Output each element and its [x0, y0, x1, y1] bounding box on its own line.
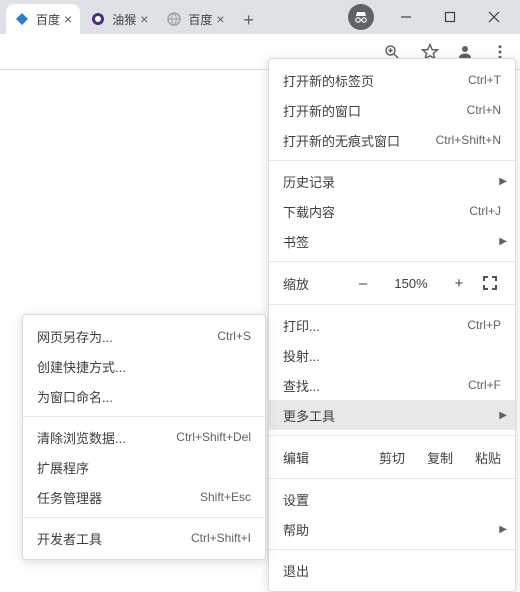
menu-new-incognito[interactable]: 打开新的无痕式窗口 Ctrl+Shift+N — [269, 125, 515, 155]
maximize-button[interactable] — [428, 2, 472, 32]
menu-label: 设置 — [283, 490, 501, 509]
tab-close-icon[interactable]: × — [140, 12, 148, 26]
submenu-create-shortcut[interactable]: 创建快捷方式... — [23, 351, 265, 381]
menu-label: 更多工具 — [283, 406, 501, 425]
favicon-icon — [14, 11, 30, 27]
menu-separator — [23, 416, 265, 417]
menu-label: 打开新的标签页 — [283, 71, 468, 90]
zoom-value: 150% — [389, 276, 433, 291]
tab-1[interactable]: 油猴 × — [82, 4, 156, 34]
menu-label: 打开新的窗口 — [283, 101, 467, 120]
submenu-arrow-icon: ▶ — [499, 236, 507, 247]
menu-zoom-row: 缩放 – 150% + — [269, 267, 515, 299]
favicon-icon — [90, 11, 106, 27]
menu-label: 书签 — [283, 232, 501, 251]
menu-separator — [23, 517, 265, 518]
favicon-icon — [166, 11, 182, 27]
fullscreen-icon[interactable] — [479, 276, 501, 290]
menu-more-tools[interactable]: 更多工具 ▶ — [269, 400, 515, 430]
tab-close-icon[interactable]: × — [216, 12, 224, 26]
menu-label: 开发者工具 — [37, 529, 191, 548]
menu-label: 编辑 — [283, 448, 343, 467]
menu-separator — [269, 478, 515, 479]
menu-label: 扩展程序 — [37, 458, 251, 477]
submenu-name-window[interactable]: 为窗口命名... — [23, 381, 265, 411]
menu-label: 创建快捷方式... — [37, 357, 251, 376]
menu-separator — [269, 261, 515, 262]
menu-shortcut: Ctrl+S — [217, 329, 251, 343]
zoom-in-button[interactable]: + — [449, 275, 469, 292]
menu-edit-row: 编辑 剪切 复制 粘贴 — [269, 441, 515, 473]
submenu-arrow-icon: ▶ — [499, 524, 507, 535]
submenu-save-as[interactable]: 网页另存为... Ctrl+S — [23, 321, 265, 351]
new-tab-button[interactable]: + — [235, 6, 263, 34]
menu-shortcut: Ctrl+P — [467, 318, 501, 332]
menu-label: 打开新的无痕式窗口 — [283, 131, 436, 150]
menu-settings[interactable]: 设置 — [269, 484, 515, 514]
menu-shortcut: Ctrl+N — [467, 103, 501, 117]
submenu-arrow-icon: ▶ — [499, 176, 507, 187]
menu-shortcut: Ctrl+J — [469, 204, 501, 218]
menu-shortcut: Shift+Esc — [200, 490, 251, 504]
menu-label: 历史记录 — [283, 172, 501, 191]
edit-paste-button[interactable]: 粘贴 — [475, 448, 501, 467]
menu-separator — [269, 435, 515, 436]
tab-close-icon[interactable]: × — [64, 12, 72, 26]
menu-shortcut: Ctrl+F — [468, 378, 501, 392]
edit-cut-button[interactable]: 剪切 — [379, 448, 405, 467]
tab-title: 百度 — [36, 11, 60, 28]
menu-cast[interactable]: 投射... — [269, 340, 515, 370]
incognito-icon[interactable] — [348, 4, 374, 30]
menu-label: 网页另存为... — [37, 327, 217, 346]
tab-title: 百度 — [188, 11, 212, 28]
tab-0[interactable]: 百度 × — [6, 4, 80, 34]
menu-separator — [269, 160, 515, 161]
submenu-task-manager[interactable]: 任务管理器 Shift+Esc — [23, 482, 265, 512]
menu-history[interactable]: 历史记录 ▶ — [269, 166, 515, 196]
menu-print[interactable]: 打印... Ctrl+P — [269, 310, 515, 340]
menu-shortcut: Ctrl+T — [468, 73, 501, 87]
menu-exit[interactable]: 退出 — [269, 555, 515, 585]
tab-title: 油猴 — [112, 11, 136, 28]
menu-separator — [269, 549, 515, 550]
submenu-arrow-icon: ▶ — [499, 410, 507, 421]
menu-label: 清除浏览数据... — [37, 428, 176, 447]
menu-label: 任务管理器 — [37, 488, 200, 507]
edit-copy-button[interactable]: 复制 — [427, 448, 453, 467]
submenu-clear-data[interactable]: 清除浏览数据... Ctrl+Shift+Del — [23, 422, 265, 452]
submenu-extensions[interactable]: 扩展程序 — [23, 452, 265, 482]
menu-shortcut: Ctrl+Shift+Del — [176, 430, 251, 444]
tab-strip: 百度 × 油猴 × 百度 × + — [0, 0, 520, 34]
menu-label: 退出 — [283, 561, 501, 580]
menu-label: 下载内容 — [283, 202, 469, 221]
menu-label: 为窗口命名... — [37, 387, 251, 406]
menu-bookmarks[interactable]: 书签 ▶ — [269, 226, 515, 256]
zoom-out-button[interactable]: – — [353, 275, 373, 292]
menu-label: 打印... — [283, 316, 467, 335]
menu-new-window[interactable]: 打开新的窗口 Ctrl+N — [269, 95, 515, 125]
menu-downloads[interactable]: 下载内容 Ctrl+J — [269, 196, 515, 226]
menu-label: 投射... — [283, 346, 501, 365]
submenu-dev-tools[interactable]: 开发者工具 Ctrl+Shift+I — [23, 523, 265, 553]
menu-label: 缩放 — [283, 274, 343, 293]
menu-help[interactable]: 帮助 ▶ — [269, 514, 515, 544]
window-controls — [348, 0, 520, 34]
main-menu: 打开新的标签页 Ctrl+T 打开新的窗口 Ctrl+N 打开新的无痕式窗口 C… — [268, 58, 516, 592]
minimize-button[interactable] — [384, 2, 428, 32]
close-window-button[interactable] — [472, 2, 516, 32]
menu-label: 帮助 — [283, 520, 501, 539]
menu-separator — [269, 304, 515, 305]
menu-shortcut: Ctrl+Shift+I — [191, 531, 251, 545]
menu-shortcut: Ctrl+Shift+N — [436, 133, 501, 147]
menu-find[interactable]: 查找... Ctrl+F — [269, 370, 515, 400]
menu-label: 查找... — [283, 376, 468, 395]
menu-new-tab[interactable]: 打开新的标签页 Ctrl+T — [269, 65, 515, 95]
more-tools-submenu: 网页另存为... Ctrl+S 创建快捷方式... 为窗口命名... 清除浏览数… — [22, 314, 266, 560]
tab-2[interactable]: 百度 × — [158, 4, 232, 34]
